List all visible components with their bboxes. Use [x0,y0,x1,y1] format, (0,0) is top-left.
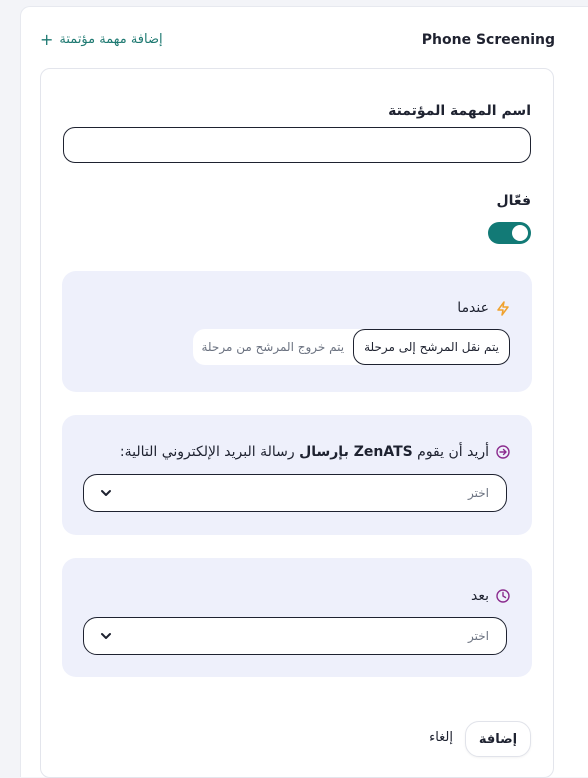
delay-panel: بعد اختر [62,558,532,677]
delay-value: اختر [468,629,489,643]
email-template-value: اختر [468,486,489,500]
top-bar: Phone Screening إضافة مهمة مؤتمتة + [21,7,588,63]
email-template-select[interactable]: اختر [83,474,507,512]
active-toggle[interactable] [488,222,531,244]
add-button[interactable]: إضافة [465,721,531,757]
arrow-circle-icon [496,445,510,459]
task-name-label: اسم المهمة المؤتمتة [388,103,531,119]
action-header: أريد أن يقوم ZenATS بإرسال رسالة البريد … [120,444,510,460]
lightning-icon [496,300,510,316]
add-automation-label: إضافة مهمة مؤتمتة [59,32,163,47]
clock-icon [496,589,510,603]
trigger-label: عندما [457,300,489,316]
toggle-knob [512,225,528,241]
section-title: Phone Screening [421,32,555,48]
action-text: أريد أن يقوم ZenATS بإرسال رسالة البريد … [119,444,489,460]
task-name-input[interactable] [63,127,531,163]
action-panel: أريد أن يقوم ZenATS بإرسال رسالة البريد … [62,415,532,535]
add-automation-link[interactable]: إضافة مهمة مؤتمتة + [40,29,163,49]
trigger-option-moved[interactable]: يتم نقل المرشح إلى مرحلة [353,329,510,365]
delay-label: بعد [471,588,489,604]
trigger-selector: يتم نقل المرشح إلى مرحلة يتم خروج المرشح… [192,329,510,365]
trigger-header: عندما [457,300,510,316]
active-label: فعّال [496,193,531,209]
automation-form-card: اسم المهمة المؤتمتة فعّال عندما يتم نقل … [40,68,554,778]
chevron-down-icon [100,488,112,498]
chevron-down-icon [100,631,112,641]
delay-header: بعد [471,588,510,604]
automation-shell: Phone Screening إضافة مهمة مؤتمتة + اسم … [20,6,588,778]
trigger-option-exited[interactable]: يتم خروج المرشح من مرحلة [193,329,354,365]
trigger-panel: عندما يتم نقل المرشح إلى مرحلة يتم خروج … [62,271,532,392]
cancel-button[interactable]: إلغاء [429,730,453,745]
plus-icon: + [40,29,54,49]
delay-select[interactable]: اختر [83,617,507,655]
